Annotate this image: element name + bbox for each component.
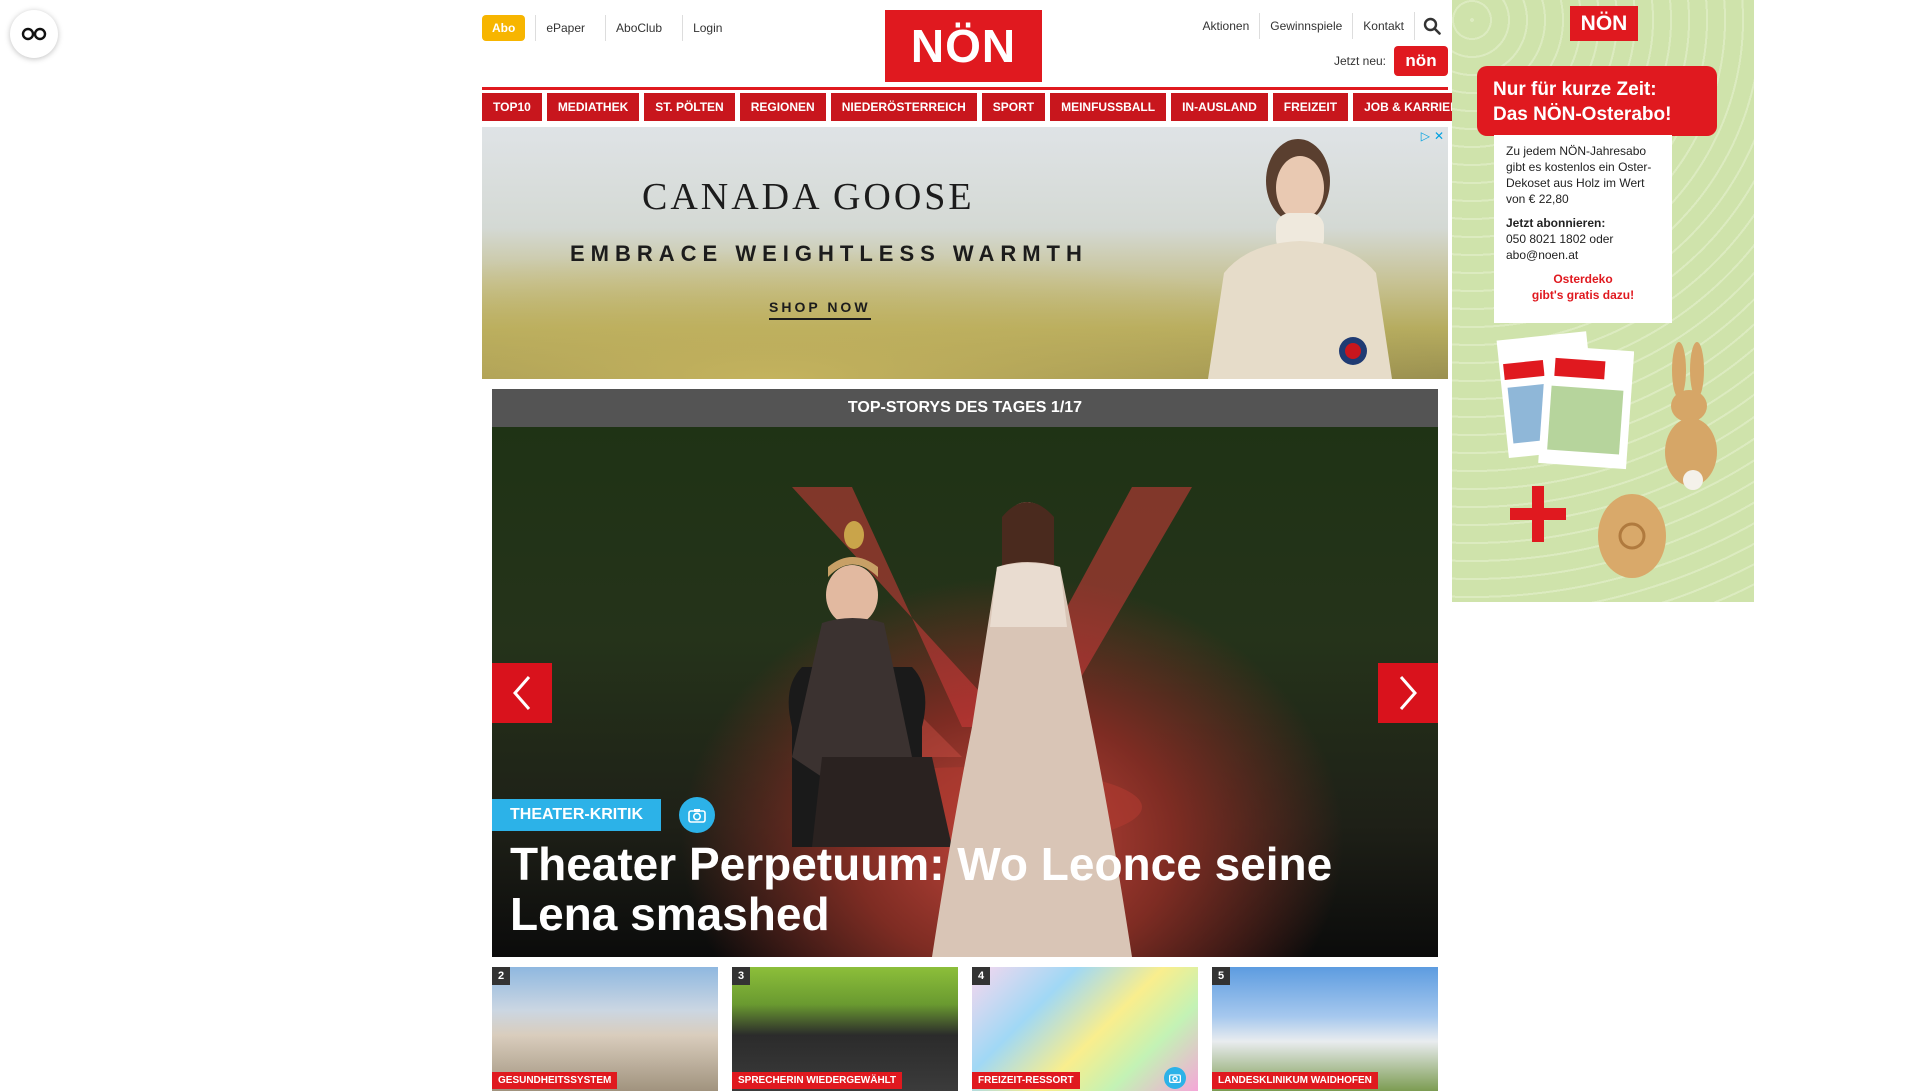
accessibility-button[interactable]: [10, 10, 58, 58]
chevron-left-icon: [513, 676, 531, 710]
nav-top10[interactable]: TOP10: [482, 93, 542, 121]
nav-meinfussball[interactable]: MEINFUSSBALL: [1050, 93, 1167, 121]
subscribe-title: Jetzt abonnieren:: [1506, 216, 1606, 230]
mini-noen-logo[interactable]: nön: [1394, 46, 1448, 76]
gallery-indicator: [1164, 1067, 1186, 1089]
story-thumbnails: 2 GESUNDHEITSSYSTEM 3 SPRECHERIN WIEDERG…: [492, 967, 1438, 1091]
ad-model-image: [1208, 139, 1392, 379]
story-label: GESUNDHEITSSYSTEM: [492, 1072, 618, 1089]
story-label: LANDESKLINIKUM WAIDHOFEN: [1212, 1072, 1378, 1089]
hero-story[interactable]: THEATER-KRITIK Theater Perpetuum: Wo Leo…: [492, 427, 1438, 957]
banner-line-2: Das NÖN-Osterabo!: [1493, 104, 1672, 125]
search-icon: [1423, 17, 1441, 35]
sidebar-ad-logo: NÖN: [1570, 6, 1638, 41]
nav-freizeit[interactable]: FREIZEIT: [1272, 93, 1349, 121]
new-product-promo[interactable]: Jetzt neu: nön: [1334, 46, 1448, 76]
story-label: FREIZEIT-RESSORT: [972, 1072, 1080, 1089]
search-button[interactable]: [1414, 12, 1448, 40]
banner-line-1: Nur für kurze Zeit:: [1493, 79, 1657, 100]
gallery-button[interactable]: [679, 797, 716, 833]
nav-regionen[interactable]: REGIONEN: [739, 93, 826, 121]
camera-icon: [1169, 1074, 1181, 1083]
banner-ad[interactable]: ▷ ✕ CANADA GOOSE EMBRACE WEIGHTLESS WARM…: [482, 127, 1448, 379]
abo-button[interactable]: Abo: [482, 15, 526, 41]
magazines-image: [1496, 331, 1634, 470]
ad-tagline: EMBRACE WEIGHTLESS WARMTH: [570, 241, 1088, 266]
ad-shop-now-link[interactable]: SHOP NOW: [769, 299, 871, 320]
hero-meta: THEATER-KRITIK: [492, 797, 716, 833]
story-thumb-5[interactable]: 5 LANDESKLINIKUM WAIDHOFEN: [1212, 967, 1438, 1091]
story-thumb-4[interactable]: 4 FREIZEIT-RESSORT: [972, 967, 1198, 1091]
nav-in-ausland[interactable]: IN-AUSLAND: [1171, 93, 1268, 121]
camera-icon: [688, 808, 706, 823]
nav-niederoesterreich[interactable]: NIEDERÖSTERREICH: [830, 93, 977, 121]
story-label: SPRECHERIN WIEDERGEWÄHLT: [732, 1072, 903, 1089]
nav-sport[interactable]: SPORT: [981, 93, 1046, 121]
chevron-right-icon: [1399, 676, 1417, 710]
epaper-link[interactable]: ePaper: [535, 15, 595, 41]
story-thumb-2[interactable]: 2 GESUNDHEITSSYSTEM: [492, 967, 718, 1091]
osterdeko-note: Osterdeko gibt's gratis dazu!: [1506, 271, 1660, 303]
aktionen-link[interactable]: Aktionen: [1193, 13, 1260, 39]
hero-headline[interactable]: Theater Perpetuum: Wo Leonce seine Lena …: [510, 839, 1418, 939]
right-navigation: Aktionen Gewinnspiele Kontakt: [1193, 12, 1448, 40]
top-stories: TOP-STORYS DES TAGES 1/17 THEATER-KRITIK…: [492, 389, 1438, 1091]
plus-icon: [1510, 486, 1566, 542]
story-thumb-3[interactable]: 3 SPRECHERIN WIEDERGEWÄHLT: [732, 967, 958, 1091]
top-navigation: Abo ePaper AboClub Login: [482, 15, 732, 41]
next-story-button[interactable]: [1378, 663, 1438, 723]
nav-mediathek[interactable]: MEDIATHEK: [546, 93, 640, 121]
story-number: 4: [972, 967, 990, 985]
osterdeko-line-2: gibt's gratis dazu!: [1531, 288, 1635, 302]
ad-info-icon[interactable]: ▷: [1421, 129, 1430, 143]
osterdeko-line-1: Osterdeko: [1553, 272, 1613, 286]
category-navigation: TOP10 MEDIATHEK ST. PÖLTEN REGIONEN NIED…: [482, 93, 1478, 121]
wooden-egg-image: [1598, 494, 1666, 578]
top-stories-header: TOP-STORYS DES TAGES 1/17: [492, 389, 1438, 427]
story-number: 2: [492, 967, 510, 985]
story-number: 3: [732, 967, 750, 985]
jetzt-neu-label: Jetzt neu:: [1333, 54, 1386, 68]
previous-story-button[interactable]: [492, 663, 552, 723]
offer-text: Zu jedem NÖN-Jahresabo gibt es kostenlos…: [1506, 144, 1652, 206]
wooden-bunny-image: [1665, 342, 1717, 490]
sidebar-ad-banner: Nur für kurze Zeit: Das NÖN-Osterabo!: [1477, 66, 1717, 136]
story-number: 5: [1212, 967, 1230, 985]
subscribe-contact: 050 8021 1802 oder abo@noen.at: [1506, 232, 1614, 262]
login-link[interactable]: Login: [682, 15, 732, 41]
site-logo[interactable]: NÖN: [885, 10, 1042, 82]
aboclub-link[interactable]: AboClub: [605, 15, 672, 41]
header: Abo ePaper AboClub Login NÖN Aktionen Ge…: [482, 0, 1448, 90]
sidebar-ad-text: Zu jedem NÖN-Jahresabo gibt es kostenlos…: [1494, 135, 1672, 323]
sidebar-ad[interactable]: NÖN Nur für kurze Zeit: Das NÖN-Osterabo…: [1452, 0, 1754, 602]
ad-brand: CANADA GOOSE: [642, 176, 975, 218]
ad-close-icon[interactable]: ✕: [1434, 129, 1444, 143]
gewinnspiele-link[interactable]: Gewinnspiele: [1259, 13, 1352, 39]
nav-st-poelten[interactable]: ST. PÖLTEN: [644, 93, 735, 121]
ad-choices[interactable]: ▷ ✕: [1421, 129, 1444, 143]
glasses-icon: [21, 27, 47, 41]
main-column: Abo ePaper AboClub Login NÖN Aktionen Ge…: [482, 0, 1478, 1091]
hero-category-tag[interactable]: THEATER-KRITIK: [492, 799, 662, 831]
kontakt-link[interactable]: Kontakt: [1352, 13, 1414, 39]
